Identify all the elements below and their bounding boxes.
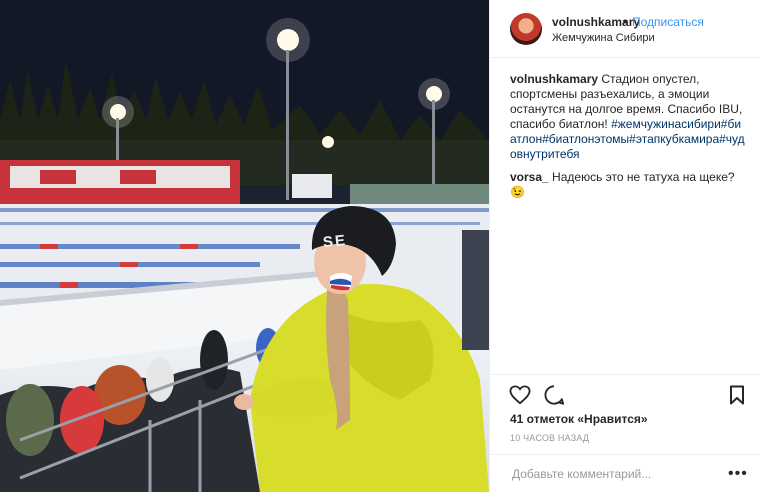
avatar[interactable] bbox=[510, 13, 542, 45]
comment-bubble-icon[interactable] bbox=[543, 384, 565, 406]
comments-section: volnushkamary Стадион опустел, спортсмен… bbox=[510, 72, 745, 208]
action-bar bbox=[490, 374, 760, 414]
add-comment-bar: ••• bbox=[490, 454, 760, 492]
stadium-photo bbox=[0, 0, 489, 492]
heart-icon[interactable] bbox=[509, 385, 531, 405]
more-dots-icon[interactable]: ••• bbox=[728, 465, 748, 483]
hat-text: SE bbox=[322, 231, 348, 252]
follow-button[interactable]: Подписаться bbox=[632, 15, 704, 29]
likes-count[interactable]: 41 отметок «Нравится» bbox=[510, 412, 648, 426]
caption: volnushkamary Стадион опустел, спортсмен… bbox=[510, 72, 745, 162]
post-header: volnushkamary • Подписаться Жемчужина Си… bbox=[490, 0, 760, 58]
post-photo[interactable]: SE bbox=[0, 0, 489, 492]
instagram-post: SE volnushkamary • Подписаться Жемчужина… bbox=[0, 0, 760, 492]
bookmark-icon[interactable] bbox=[729, 385, 745, 405]
separator-dot: • bbox=[623, 15, 628, 29]
comment-input[interactable] bbox=[510, 465, 714, 483]
location-link[interactable]: Жемчужина Сибири bbox=[552, 32, 655, 44]
caption-username[interactable]: volnushkamary bbox=[510, 72, 598, 86]
post-sidebar: volnushkamary • Подписаться Жемчужина Си… bbox=[489, 0, 760, 492]
post-timestamp[interactable]: 10 ЧАСОВ НАЗАД bbox=[510, 433, 589, 443]
comment-username[interactable]: vorsa_ bbox=[510, 170, 549, 184]
comment-item: vorsa_ Надеюсь это не татуха на щеке?😉 bbox=[510, 170, 745, 200]
